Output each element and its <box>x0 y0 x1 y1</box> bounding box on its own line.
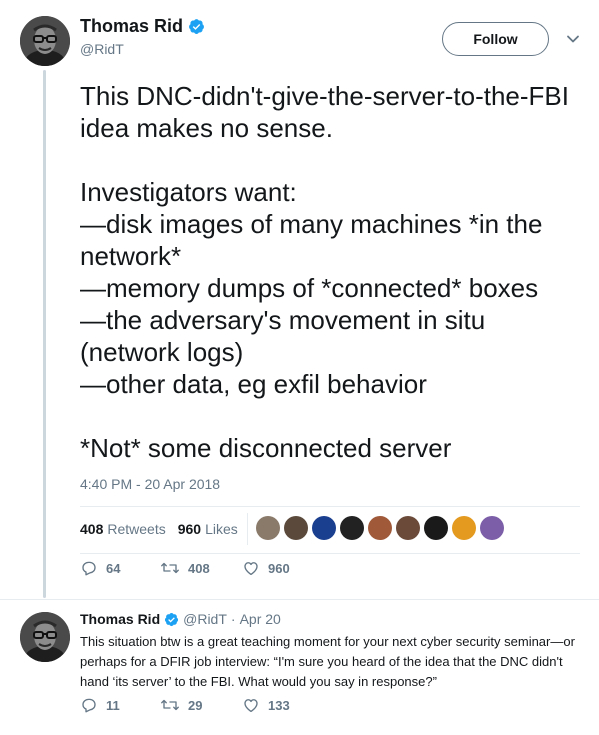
reply-count: 64 <box>106 560 121 576</box>
retweet-icon <box>161 699 179 711</box>
reply-button[interactable]: 11 <box>80 696 120 714</box>
liker-avatar[interactable] <box>480 516 504 540</box>
retweet-count: 29 <box>188 697 203 713</box>
divider <box>0 599 599 600</box>
reply-icon <box>82 698 96 713</box>
like-count: 133 <box>268 697 290 713</box>
liker-avatar[interactable] <box>284 516 308 540</box>
retweets-stat[interactable]: 408 Retweets <box>80 521 166 537</box>
like-icon <box>244 562 258 576</box>
author-name[interactable]: Thomas Rid <box>80 16 183 37</box>
retweet-button[interactable]: 408 <box>160 559 210 577</box>
author-block[interactable]: Thomas Rid @RidT <box>80 16 205 57</box>
like-icon <box>244 699 258 713</box>
like-button[interactable]: 133 <box>242 696 290 714</box>
retweet-icon <box>161 562 179 574</box>
divider <box>247 513 248 545</box>
verified-badge-icon <box>165 612 179 626</box>
likes-stat[interactable]: 960 Likes <box>178 521 238 537</box>
separator-dot: · <box>230 611 236 627</box>
like-button[interactable]: 960 <box>242 559 290 577</box>
reply-button[interactable]: 64 <box>80 559 120 577</box>
follow-button[interactable]: Follow <box>442 22 549 56</box>
tweet-stats: 408 Retweets 960 Likes <box>80 521 250 537</box>
avatar[interactable] <box>20 16 70 66</box>
liker-avatar[interactable] <box>256 516 280 540</box>
reply-icon <box>82 561 96 576</box>
author-handle[interactable]: @RidT <box>80 41 205 57</box>
liker-avatar[interactable] <box>396 516 420 540</box>
liker-avatar[interactable] <box>340 516 364 540</box>
author-name[interactable]: Thomas Rid <box>80 611 160 627</box>
chevron-down-icon[interactable] <box>566 32 580 46</box>
verified-badge-icon <box>189 19 204 34</box>
reply-header: Thomas Rid @RidT · Apr 20 <box>80 611 281 627</box>
liker-avatar[interactable] <box>312 516 336 540</box>
tweet-text: This situation btw is a great teaching m… <box>80 634 575 689</box>
liker-avatar[interactable] <box>452 516 476 540</box>
like-count: 960 <box>268 560 290 576</box>
retweet-count: 408 <box>188 560 210 576</box>
tweet-timestamp[interactable]: 4:40 PM - 20 Apr 2018 <box>80 476 220 492</box>
liker-avatar[interactable] <box>368 516 392 540</box>
avatar[interactable] <box>20 612 70 662</box>
author-handle[interactable]: @RidT <box>183 611 227 627</box>
reply-count: 11 <box>106 697 120 713</box>
tweet-date[interactable]: Apr 20 <box>240 611 281 627</box>
liker-avatar[interactable] <box>424 516 448 540</box>
divider <box>80 506 580 507</box>
liker-avatars <box>256 516 504 540</box>
thread-connector-line <box>43 70 46 598</box>
tweet-text: This DNC-didn't-give-the-server-to-the-F… <box>80 81 569 463</box>
divider <box>80 553 580 554</box>
retweet-button[interactable]: 29 <box>160 696 202 714</box>
